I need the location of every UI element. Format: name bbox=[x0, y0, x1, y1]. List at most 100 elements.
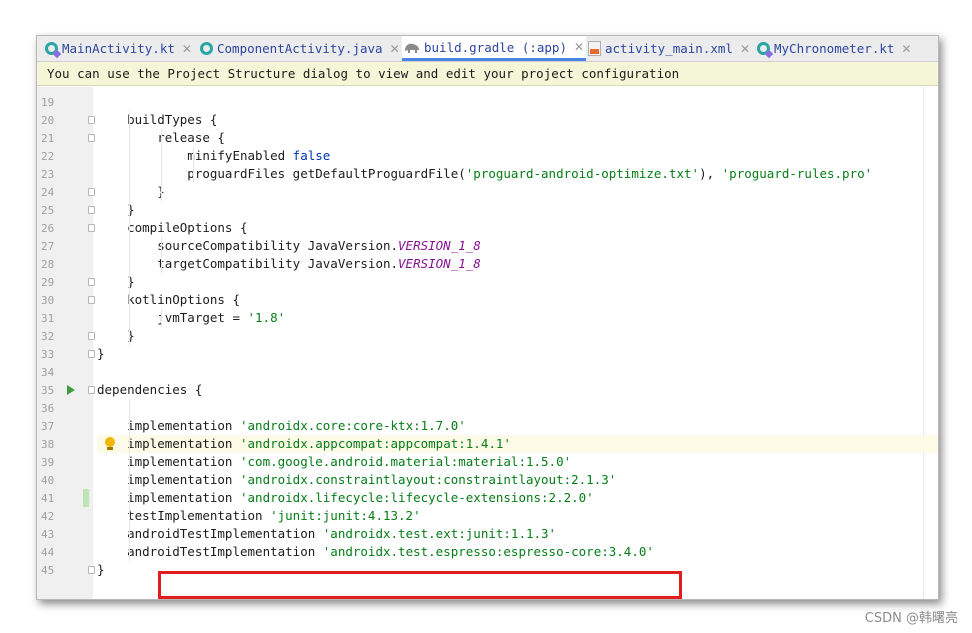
close-icon[interactable]: ✕ bbox=[574, 40, 584, 54]
banner-text: You can use the Project Structure dialog… bbox=[47, 66, 680, 81]
line-number: 40 bbox=[37, 471, 93, 489]
line-number-gutter: 19 20 21 22 23 24 25 26 27 28 29 30 31 32 33 34 35 36 37 38… bbox=[37, 87, 93, 599]
tab-my-chronometer[interactable]: MyChronometer.kt ✕ bbox=[757, 36, 911, 61]
fold-marker-icon[interactable] bbox=[88, 566, 95, 574]
line-number: 45 bbox=[37, 561, 93, 579]
code-token: sourceCompatibility JavaVersion. bbox=[97, 238, 399, 253]
code-line: testImplementation 'junit:junit:4.13.2' bbox=[97, 507, 938, 525]
fold-marker-icon[interactable] bbox=[88, 296, 95, 304]
line-number: 30 bbox=[37, 291, 93, 309]
fold-marker-icon[interactable] bbox=[88, 134, 95, 142]
line-number-text: 29 bbox=[41, 276, 55, 289]
code-line: implementation 'androidx.core:core-ktx:1… bbox=[97, 417, 938, 435]
code-line: } bbox=[97, 327, 938, 345]
fold-marker-icon[interactable] bbox=[88, 116, 95, 124]
indent-guide bbox=[161, 237, 162, 273]
code-line: androidTestImplementation 'androidx.test… bbox=[97, 525, 938, 543]
code-line: buildTypes { bbox=[97, 111, 938, 129]
line-number-text: 28 bbox=[41, 258, 55, 271]
line-number: 29 bbox=[37, 273, 93, 291]
code-token: androidTestImplementation bbox=[97, 526, 323, 541]
tab-label: MainActivity.kt bbox=[62, 41, 175, 56]
tab-build-gradle[interactable]: build.gradle (:app) ✕ bbox=[402, 36, 587, 61]
tab-main-activity[interactable]: MainActivity.kt ✕ bbox=[45, 36, 192, 61]
code-line: } bbox=[97, 201, 938, 219]
code-token: 'junit:junit:4.13.2' bbox=[270, 508, 421, 523]
watermark: CSDN @韩曙亮 bbox=[864, 611, 958, 626]
code-token: implementation bbox=[97, 490, 240, 505]
code-line: minifyEnabled false bbox=[97, 147, 938, 165]
line-number: 36 bbox=[37, 399, 93, 417]
close-icon[interactable]: ✕ bbox=[390, 42, 400, 56]
line-number: 23 bbox=[37, 165, 93, 183]
line-number-text: 37 bbox=[41, 420, 55, 433]
fold-marker-icon[interactable] bbox=[88, 278, 95, 286]
gradle-elephant-icon bbox=[404, 41, 420, 54]
fold-marker-icon[interactable] bbox=[88, 206, 95, 214]
line-number: 37 bbox=[37, 417, 93, 435]
line-number-text: 41 bbox=[41, 492, 55, 505]
fold-column bbox=[93, 87, 95, 599]
run-icon[interactable] bbox=[67, 385, 75, 395]
line-number-text: 32 bbox=[41, 330, 55, 343]
close-icon[interactable]: ✕ bbox=[740, 42, 750, 56]
line-number-text: 21 bbox=[41, 132, 55, 145]
code-line: jvmTarget = '1.8' bbox=[97, 309, 938, 327]
code-token: } bbox=[97, 346, 105, 361]
close-icon[interactable]: ✕ bbox=[182, 42, 192, 56]
line-number-text: 20 bbox=[41, 114, 55, 127]
code-line: } bbox=[97, 183, 938, 201]
tab-label: build.gradle (:app) bbox=[424, 39, 567, 55]
fold-marker-icon[interactable] bbox=[88, 188, 95, 196]
fold-marker-icon[interactable] bbox=[88, 386, 95, 394]
code-token: 'androidx.appcompat:appcompat:1.4.1' bbox=[240, 436, 511, 451]
code-token: minifyEnabled bbox=[97, 148, 293, 163]
code-token: implementation bbox=[97, 454, 240, 469]
tab-activity-main-xml[interactable]: activity_main.xml ✕ bbox=[588, 36, 750, 61]
code-token: '1.8' bbox=[247, 310, 286, 325]
close-icon[interactable]: ✕ bbox=[901, 42, 911, 56]
tab-component-activity[interactable]: ComponentActivity.java ✕ bbox=[200, 36, 400, 61]
line-number-text: 35 bbox=[41, 384, 55, 397]
kotlin-class-icon bbox=[757, 42, 770, 55]
code-line: targetCompatibility JavaVersion.VERSION_… bbox=[97, 255, 938, 273]
code-editor[interactable]: 19 20 21 22 23 24 25 26 27 28 29 30 31 32 33 34 35 36 37 38… bbox=[37, 87, 938, 599]
fold-marker-icon[interactable] bbox=[88, 224, 95, 232]
kotlin-class-icon bbox=[45, 42, 58, 55]
line-number: 21 bbox=[37, 129, 93, 147]
code-line: } bbox=[97, 345, 938, 363]
line-number: 34 bbox=[37, 363, 93, 381]
code-token: testImplementation bbox=[97, 508, 271, 523]
line-number: 32 bbox=[37, 327, 93, 345]
code-line: proguardFiles getDefaultProguardFile('pr… bbox=[97, 165, 938, 183]
line-number-text: 34 bbox=[41, 366, 55, 379]
code-token: implementation bbox=[97, 418, 240, 433]
line-number-text: 30 bbox=[41, 294, 55, 307]
line-number: 33 bbox=[37, 345, 93, 363]
line-number: 31 bbox=[37, 309, 93, 327]
indent-guide bbox=[161, 309, 162, 327]
line-number-text: 33 bbox=[41, 348, 55, 361]
fold-marker-icon[interactable] bbox=[88, 350, 95, 358]
code-token: } bbox=[97, 184, 165, 199]
fold-marker-icon[interactable] bbox=[88, 332, 95, 340]
project-structure-banner: You can use the Project Structure dialog… bbox=[37, 62, 938, 86]
lightbulb-icon[interactable] bbox=[105, 437, 115, 451]
code-token: buildTypes { bbox=[97, 112, 218, 127]
code-token: ), bbox=[699, 166, 722, 181]
code-token: 'androidx.core:core-ktx:1.7.0' bbox=[240, 418, 466, 433]
code-token: compileOptions { bbox=[97, 220, 248, 235]
indent-guide bbox=[193, 147, 194, 183]
code-token: targetCompatibility JavaVersion. bbox=[97, 256, 399, 271]
line-number: 35 bbox=[37, 381, 93, 399]
line-number-text: 42 bbox=[41, 510, 55, 523]
code-line: implementation 'androidx.lifecycle:lifec… bbox=[97, 489, 938, 507]
code-token: androidTestImplementation bbox=[97, 544, 323, 559]
line-number-text: 43 bbox=[41, 528, 55, 541]
indent-guide bbox=[129, 399, 130, 561]
ide-window: MainActivity.kt ✕ ComponentActivity.java… bbox=[36, 35, 939, 600]
code-line: implementation 'com.google.android.mater… bbox=[97, 453, 938, 471]
